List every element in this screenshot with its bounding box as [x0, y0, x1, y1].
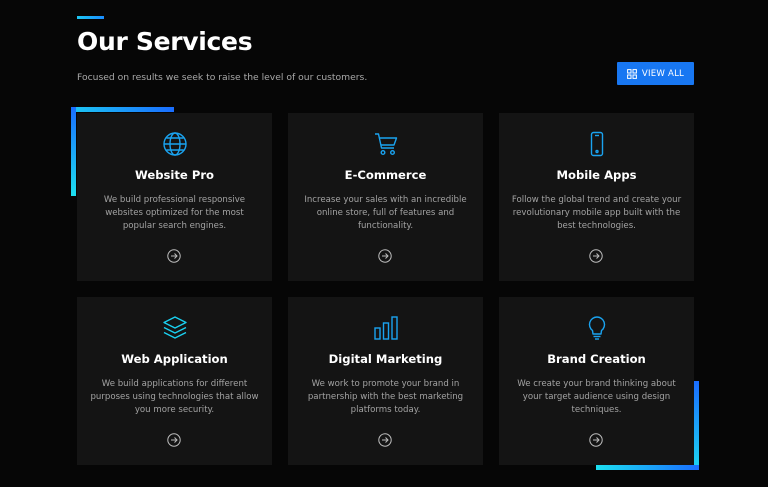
service-description: We create your brand thinking about your… — [517, 379, 676, 415]
arrow-right-circle-icon[interactable] — [167, 432, 181, 447]
frame-corner-top-left-horizontal — [71, 107, 174, 112]
service-description: Increase your sales with an incredible o… — [304, 195, 467, 231]
service-card-website-pro[interactable]: Website Pro We build professional respon… — [77, 113, 272, 281]
service-card-digital-marketing[interactable]: Digital Marketing We work to promote you… — [288, 297, 483, 465]
title-accent-line — [77, 16, 104, 19]
arrow-right-circle-icon[interactable] — [378, 432, 392, 447]
shopping-cart-icon — [288, 131, 483, 157]
frame-corner-top-left-vertical — [71, 107, 76, 196]
frame-corner-bottom-right-vertical — [694, 381, 699, 470]
view-all-button[interactable]: VIEW ALL — [617, 62, 694, 85]
service-card-brand-creation[interactable]: Brand Creation We create your brand thin… — [499, 297, 694, 465]
service-description: We build professional responsive website… — [103, 195, 246, 231]
layers-icon — [77, 315, 272, 341]
service-title: Website Pro — [134, 168, 215, 182]
services-section: Our Services Focused on results we seek … — [0, 0, 768, 487]
service-title: Web Application — [121, 352, 228, 366]
frame-corner-bottom-right-horizontal — [596, 465, 699, 470]
arrow-right-circle-icon[interactable] — [589, 248, 603, 263]
service-title: Mobile Apps — [556, 168, 637, 182]
service-title: Digital Marketing — [328, 352, 443, 366]
service-description: We work to promote your brand in partner… — [307, 379, 464, 415]
grid-icon — [627, 68, 637, 79]
service-card-web-application[interactable]: Web Application We build applications fo… — [77, 297, 272, 465]
service-description: We build applications for different purp… — [90, 379, 259, 415]
view-all-label: VIEW ALL — [641, 68, 685, 79]
globe-icon — [77, 131, 272, 157]
service-title: Brand Creation — [547, 352, 646, 366]
arrow-right-circle-icon[interactable] — [167, 248, 181, 263]
page-subtitle: Focused on results we seek to raise the … — [77, 72, 368, 83]
service-title: E-Commerce — [344, 168, 427, 182]
service-card-mobile-apps[interactable]: Mobile Apps Follow the global trend and … — [499, 113, 694, 281]
bar-chart-icon — [288, 315, 483, 341]
service-card-e-commerce[interactable]: E-Commerce Increase your sales with an i… — [288, 113, 483, 281]
lightbulb-icon — [499, 315, 694, 341]
arrow-right-circle-icon[interactable] — [378, 248, 392, 263]
service-description: Follow the global trend and create your … — [511, 195, 682, 231]
arrow-right-circle-icon[interactable] — [589, 432, 603, 447]
page-title: Our Services — [77, 27, 253, 56]
mobile-phone-icon — [499, 131, 694, 157]
